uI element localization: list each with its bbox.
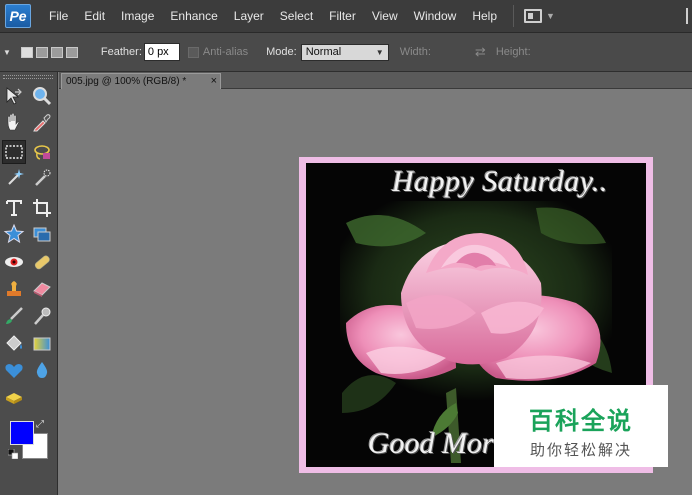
- watermark-badge: 百科全说 助你轻松解决: [494, 385, 668, 467]
- swap-dimensions-icon[interactable]: ⇄: [475, 44, 486, 60]
- workspace-layout-button[interactable]: ▼: [524, 9, 555, 23]
- menu-window[interactable]: Window: [406, 0, 465, 33]
- menu-enhance[interactable]: Enhance: [162, 0, 225, 33]
- eraser-tool-icon[interactable]: [30, 276, 54, 300]
- foreground-color-swatch[interactable]: [10, 421, 34, 445]
- swap-colors-icon[interactable]: ⤢: [36, 419, 44, 430]
- app-logo-icon[interactable]: Pe: [5, 4, 31, 28]
- toolbox-grip[interactable]: [3, 75, 53, 79]
- menu-select[interactable]: Select: [272, 0, 321, 33]
- toolbox: ⤢: [0, 72, 58, 495]
- blur-tool-icon[interactable]: [30, 358, 54, 382]
- greeting-top-text: Happy Saturday..: [392, 165, 609, 198]
- photoshop-elements-window: Pe File Edit Image Enhance Layer Select …: [0, 0, 692, 495]
- type-tool-icon[interactable]: [2, 196, 26, 220]
- default-colors-icon[interactable]: [8, 449, 18, 459]
- antialias-checkbox[interactable]: [187, 46, 199, 58]
- straighten-tool-icon[interactable]: [30, 222, 54, 246]
- add-to-selection-icon[interactable]: [35, 46, 48, 58]
- paint-bucket-tool-icon[interactable]: [2, 332, 26, 356]
- watermark-subtitle: 助你轻松解决: [529, 441, 632, 459]
- eyedropper-tool-icon[interactable]: [30, 110, 54, 134]
- tool-options-bar: ▼ Feather: Anti-alias Mode: Normal ▼ Wid…: [0, 33, 692, 72]
- menu-file[interactable]: File: [41, 0, 76, 33]
- tool-preset-caret-icon[interactable]: ▼: [3, 48, 11, 57]
- mode-select[interactable]: Normal ▼: [300, 43, 389, 61]
- menu-layer[interactable]: Layer: [226, 0, 272, 33]
- document-tab-title: 005.jpg @ 100% (RGB/8) *: [66, 76, 187, 87]
- lasso-tool-icon[interactable]: [30, 140, 54, 164]
- menu-filter[interactable]: Filter: [321, 0, 364, 33]
- magic-wand-tool-icon[interactable]: [2, 166, 26, 190]
- healing-brush-tool-icon[interactable]: [30, 250, 54, 274]
- window-control-icon[interactable]: [686, 8, 688, 24]
- clone-stamp-tool-icon[interactable]: [2, 276, 26, 300]
- antialias-label: Anti-alias: [202, 46, 249, 58]
- red-eye-removal-tool-icon[interactable]: [2, 250, 26, 274]
- document-tab-bar: 005.jpg @ 100% (RGB/8) * ×: [59, 72, 692, 89]
- subtract-from-selection-icon[interactable]: [50, 46, 63, 58]
- menu-bar: Pe File Edit Image Enhance Layer Select …: [0, 0, 692, 33]
- watermark-title: 百科全说: [529, 407, 633, 435]
- menu-edit[interactable]: Edit: [76, 0, 113, 33]
- menu-view[interactable]: View: [364, 0, 406, 33]
- crop-tool-icon[interactable]: [30, 196, 54, 220]
- new-selection-icon[interactable]: [20, 46, 33, 58]
- rectangular-marquee-tool-icon[interactable]: [2, 140, 26, 164]
- feather-input[interactable]: [143, 43, 180, 61]
- zoom-tool-icon[interactable]: [30, 84, 54, 108]
- mode-select-value: Normal: [305, 46, 342, 58]
- menu-separator: [513, 5, 514, 27]
- chevron-down-icon: ▼: [375, 47, 384, 57]
- close-icon[interactable]: ×: [211, 75, 217, 87]
- sponge-tool-icon[interactable]: [2, 386, 26, 410]
- cookie-cutter-tool-icon[interactable]: [2, 222, 26, 246]
- menu-help[interactable]: Help: [464, 0, 505, 33]
- quick-selection-tool-icon[interactable]: [30, 166, 54, 190]
- smart-brush-tool-icon[interactable]: [30, 304, 54, 328]
- document-tab[interactable]: 005.jpg @ 100% (RGB/8) * ×: [61, 73, 221, 89]
- brush-tool-icon[interactable]: [2, 304, 26, 328]
- height-label: Height:: [495, 46, 531, 58]
- intersect-selection-icon[interactable]: [65, 46, 78, 58]
- shape-tool-icon[interactable]: [2, 358, 26, 382]
- menu-image[interactable]: Image: [113, 0, 162, 33]
- layout-icon: [524, 9, 542, 23]
- hand-tool-icon[interactable]: [2, 110, 26, 134]
- chevron-down-icon: ▼: [546, 11, 555, 21]
- color-swatches: ⤢: [6, 419, 50, 463]
- gradient-tool-icon[interactable]: [30, 332, 54, 356]
- feather-label: Feather:: [100, 46, 142, 58]
- move-tool-icon[interactable]: [2, 84, 26, 108]
- mode-label: Mode:: [266, 46, 297, 58]
- width-label: Width:: [399, 46, 431, 58]
